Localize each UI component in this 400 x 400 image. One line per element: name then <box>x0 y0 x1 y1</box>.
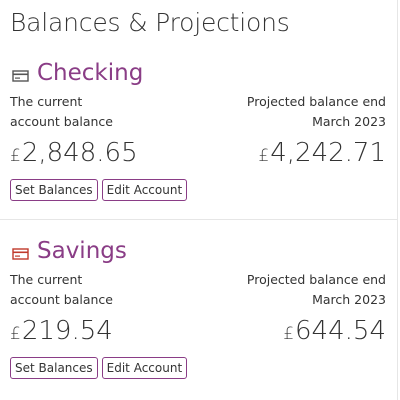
projected-label-line2: March 2023 <box>312 114 386 129</box>
projected-balance-label: Projected balance end March 2023 <box>236 270 386 310</box>
current-balance-label: The current account balance <box>10 270 140 310</box>
current-label-line2: account balance <box>10 292 113 307</box>
account-name[interactable]: Savings <box>37 238 127 264</box>
set-balances-button[interactable]: Set Balances <box>10 179 98 201</box>
account-divider <box>0 219 398 220</box>
projected-balance-label: Projected balance end March 2023 <box>236 92 386 132</box>
projected-balance-value: 644.54 <box>295 316 386 346</box>
current-label-line2: account balance <box>10 114 113 129</box>
account-actions: Set Balances Edit Account <box>10 179 188 201</box>
currency-symbol: £ <box>10 324 21 344</box>
currency-symbol: £ <box>283 324 295 344</box>
projected-balance-amount: £ 644.54 <box>283 316 386 346</box>
projected-label-line1: Projected balance end <box>246 94 386 109</box>
card-icon <box>12 246 30 260</box>
currency-symbol: £ <box>258 146 270 166</box>
account-card-savings: Savings The current account balance Proj… <box>0 236 398 396</box>
projected-balance-amount: £ 4,242.71 <box>258 138 386 168</box>
current-label-line1: The current <box>10 272 83 287</box>
projected-label-line2: March 2023 <box>312 292 386 307</box>
account-actions: Set Balances Edit Account <box>10 357 188 379</box>
current-balance-label: The current account balance <box>10 92 140 132</box>
currency-symbol: £ <box>10 146 21 166</box>
current-balance-amount: £ 219.54 <box>10 316 113 346</box>
account-card-checking: Checking The current account balance Pro… <box>0 58 398 218</box>
current-balance-amount: £ 2,848.65 <box>10 138 138 168</box>
account-header: Savings <box>12 236 127 266</box>
account-name[interactable]: Checking <box>37 60 143 86</box>
current-balance-value: 219.54 <box>21 316 113 346</box>
page-title: Balances & Projections <box>10 8 290 37</box>
current-balance-value: 2,848.65 <box>21 138 138 168</box>
set-balances-button[interactable]: Set Balances <box>10 357 98 379</box>
projected-label-line1: Projected balance end <box>246 272 386 287</box>
account-header: Checking <box>12 58 143 88</box>
current-label-line1: The current <box>10 94 83 109</box>
balances-page: Balances & Projections Checking The curr… <box>0 0 400 400</box>
edit-account-button[interactable]: Edit Account <box>101 179 188 201</box>
projected-balance-value: 4,242.71 <box>270 138 386 168</box>
edit-account-button[interactable]: Edit Account <box>101 357 188 379</box>
card-icon <box>12 68 30 82</box>
